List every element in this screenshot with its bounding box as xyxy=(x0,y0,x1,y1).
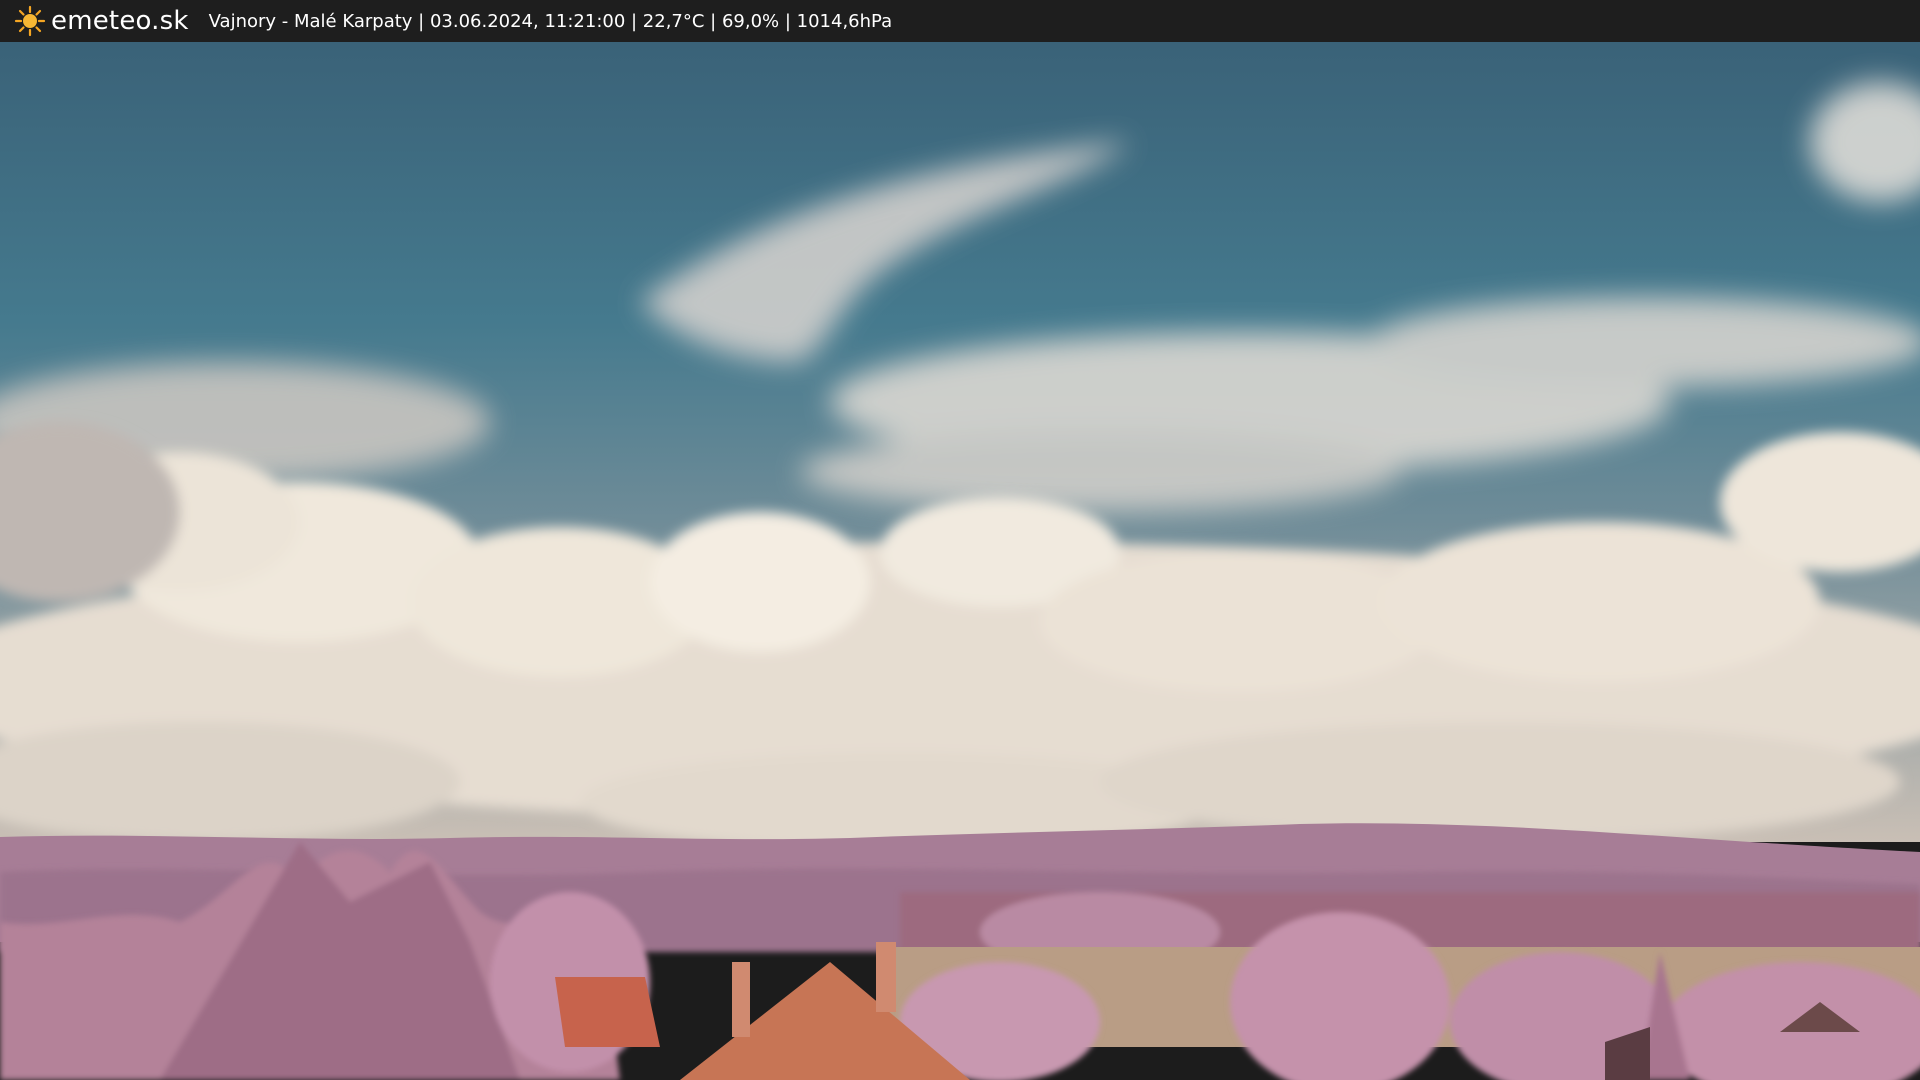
webcam-image xyxy=(0,42,1920,1080)
weather-caption: Vajnory - Malé Karpaty | 03.06.2024, 11:… xyxy=(208,10,893,32)
sun-icon xyxy=(14,5,46,37)
top-bar: emeteo.sk Vajnory - Malé Karpaty | 03.06… xyxy=(0,0,1920,42)
brand-logo[interactable]: emeteo.sk xyxy=(14,5,189,37)
brand-name: emeteo.sk xyxy=(51,6,189,36)
